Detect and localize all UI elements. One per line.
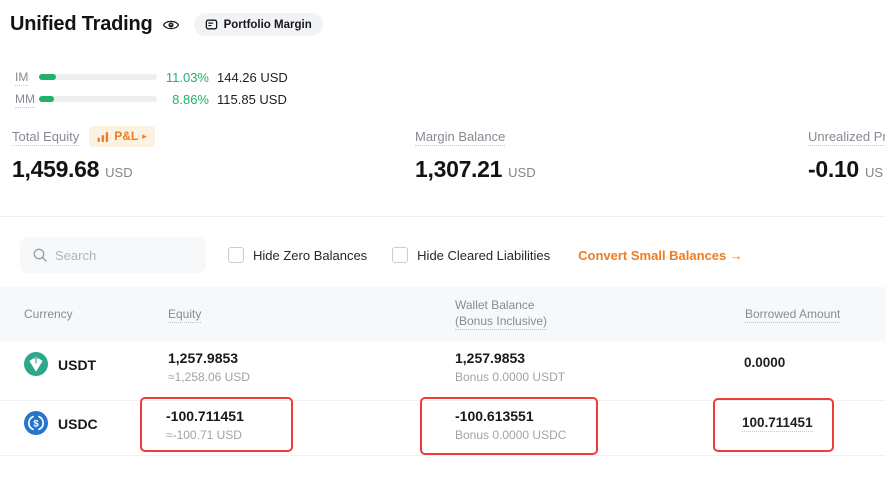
hide-zero-balances-label: Hide Zero Balances: [253, 248, 367, 263]
col-equity[interactable]: Equity: [168, 307, 201, 321]
section-divider: [0, 216, 885, 217]
svg-text:T: T: [34, 357, 39, 366]
usdc-wallet-balance: -100.613551: [455, 408, 534, 424]
hide-cleared-liabilities-checkbox[interactable]: [392, 247, 408, 263]
usdt-borrowed-amount: 0.0000: [744, 355, 785, 370]
usdc-equity: -100.711451: [166, 408, 244, 424]
unrealized-pnl-value: -0.10: [808, 156, 859, 183]
im-value: 144.26 USD: [217, 70, 288, 85]
im-ratio-row: IM 11.03% 144.26 USD: [15, 66, 288, 88]
currency-name: USDC: [58, 416, 98, 432]
page-title: Unified Trading: [10, 13, 153, 36]
im-progress-bar: [39, 74, 157, 80]
hide-zero-balances-checkbox[interactable]: [228, 247, 244, 263]
margin-balance-unit: USD: [508, 165, 535, 180]
usdt-equity: 1,257.9853: [168, 350, 238, 366]
page-header: Unified Trading Portfolio Margin: [10, 13, 323, 36]
pnl-label: P&L: [114, 129, 138, 143]
col-wallet-balance-sub[interactable]: (Bonus Inclusive): [455, 314, 547, 328]
col-currency: Currency: [24, 307, 73, 321]
table-header: Currency Equity Wallet Balance (Bonus In…: [0, 287, 885, 341]
row-divider: [0, 455, 885, 456]
portfolio-margin-badge[interactable]: Portfolio Margin: [194, 13, 323, 36]
currency-name: USDT: [58, 357, 96, 373]
unrealized-pnl-label: Unrealized Pr: [808, 129, 885, 146]
pnl-chart-icon: [97, 131, 110, 142]
unrealized-pnl-unit: US: [865, 165, 883, 180]
svg-text:$: $: [33, 418, 39, 429]
mm-label: MM: [15, 92, 35, 108]
pnl-arrow-icon: ▸: [142, 131, 147, 142]
usdc-coin-icon: $: [24, 411, 48, 435]
hide-cleared-liabilities-option[interactable]: Hide Cleared Liabilities: [392, 247, 550, 263]
portfolio-margin-icon: [205, 18, 218, 31]
total-equity-label: Total Equity: [12, 129, 79, 146]
portfolio-margin-label: Portfolio Margin: [224, 19, 312, 31]
mm-progress-fill: [39, 96, 54, 102]
usdt-coin-icon: T: [24, 352, 48, 376]
im-progress-fill: [39, 74, 56, 80]
im-percent: 11.03%: [158, 70, 209, 85]
mm-progress-bar: [39, 96, 157, 102]
margin-balance-label: Margin Balance: [415, 129, 505, 146]
usdc-equity-usd: ≈-100.71 USD: [166, 428, 242, 442]
usdt-wallet-balance: 1,257.9853: [455, 350, 525, 366]
usdc-borrowed-amount: 100.711451: [742, 415, 813, 430]
convert-small-balances-link[interactable]: Convert Small Balances →: [578, 248, 743, 263]
filter-row: Hide Zero Balances Hide Cleared Liabilit…: [228, 237, 743, 273]
margin-balance-value: 1,307.21: [415, 156, 502, 183]
table-row-usdc[interactable]: $ USDC -100.711451 ≈-100.71 USD -100.613…: [0, 400, 885, 455]
mm-value: 115.85 USD: [217, 92, 287, 107]
usdt-wallet-bonus: Bonus 0.0000 USDT: [455, 370, 565, 384]
pnl-button[interactable]: P&L ▸: [89, 126, 155, 147]
hide-zero-balances-option[interactable]: Hide Zero Balances: [228, 247, 367, 263]
hide-balance-eye-icon[interactable]: [162, 16, 180, 34]
mm-percent: 8.86%: [158, 92, 209, 107]
im-label: IM: [15, 70, 28, 86]
total-equity-unit: USD: [105, 165, 132, 180]
col-borrowed-amount[interactable]: Borrowed Amount: [745, 307, 840, 321]
search-icon: [32, 247, 48, 263]
hide-cleared-liabilities-label: Hide Cleared Liabilities: [417, 248, 550, 263]
unrealized-pnl-block: Unrealized Pr -0.10 US: [808, 125, 885, 183]
col-wallet-balance: Wallet Balance: [455, 298, 535, 312]
usdc-wallet-bonus: Bonus 0.0000 USDC: [455, 428, 566, 442]
total-equity-value: 1,459.68: [12, 156, 99, 183]
search-box: [20, 237, 206, 273]
table-row-usdt[interactable]: T USDT 1,257.9853 ≈1,258.06 USD 1,257.98…: [0, 341, 885, 400]
margin-balance-block: Margin Balance 1,307.21 USD: [415, 125, 536, 183]
margin-ratio-panel: IM 11.03% 144.26 USD MM 8.86% 115.85 USD: [15, 66, 288, 110]
total-equity-block: Total Equity P&L ▸ 1,459.68 USD: [12, 125, 155, 183]
mm-ratio-row: MM 8.86% 115.85 USD: [15, 88, 288, 110]
usdt-equity-usd: ≈1,258.06 USD: [168, 370, 250, 384]
